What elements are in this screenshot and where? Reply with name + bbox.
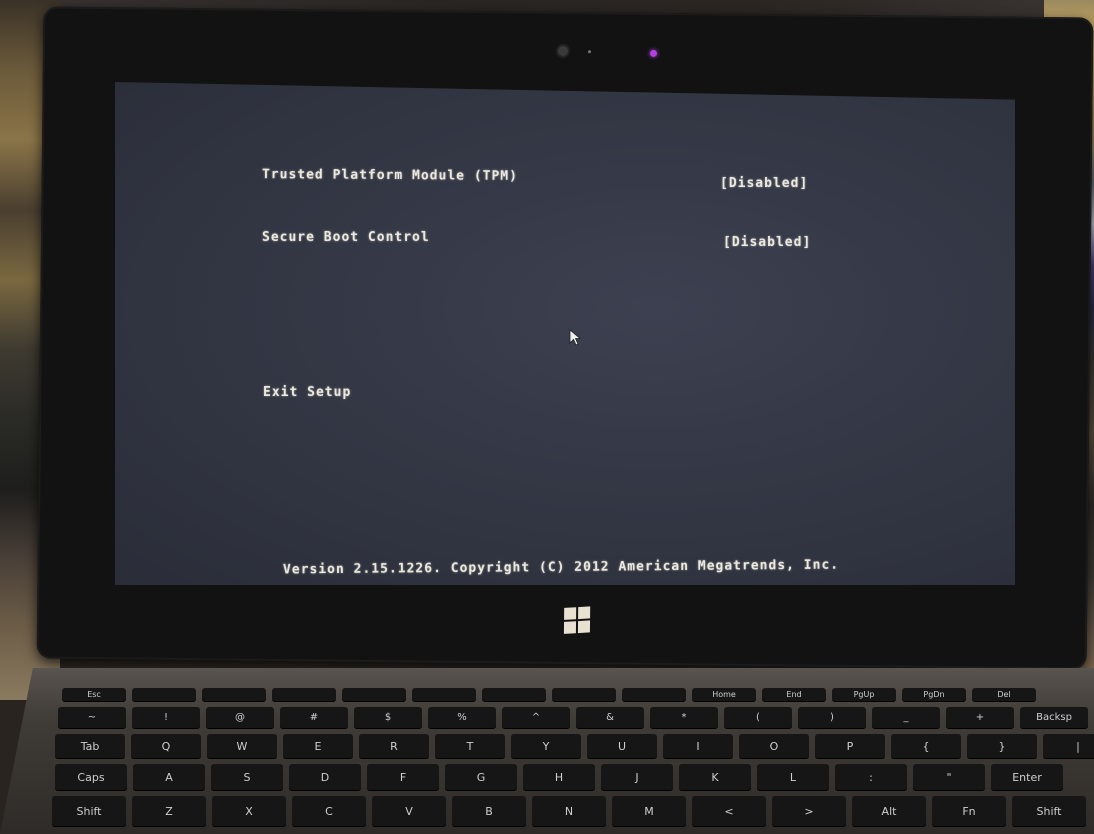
- key-bottom-0[interactable]: Shift: [52, 796, 126, 826]
- key-function-13[interactable]: Del: [972, 688, 1036, 701]
- key-home-0[interactable]: Caps: [55, 764, 127, 790]
- key-home-5[interactable]: G: [445, 764, 517, 790]
- key-bottom-6[interactable]: N: [532, 796, 606, 826]
- key-qwerty-6[interactable]: Y: [511, 734, 581, 758]
- key-function-9[interactable]: Home: [692, 688, 756, 701]
- key-qwerty-7[interactable]: U: [587, 734, 657, 758]
- key-number-5[interactable]: %: [428, 707, 496, 728]
- camera-led-icon: [649, 49, 658, 57]
- key-qwerty-10[interactable]: P: [815, 734, 885, 758]
- keyboard-home-row: Caps A S D F G H J K L: " Enter: [55, 764, 1063, 790]
- key-number-8[interactable]: *: [650, 707, 718, 728]
- key-bottom-5[interactable]: B: [452, 796, 526, 826]
- key-function-6[interactable]: [482, 688, 546, 701]
- key-number-10[interactable]: ): [798, 707, 866, 728]
- key-number-12[interactable]: +: [946, 707, 1014, 728]
- bios-screen: Trusted Platform Module (TPM) [Disabled]…: [115, 82, 1015, 585]
- key-qwerty-0[interactable]: Tab: [55, 734, 125, 758]
- key-bottom-7[interactable]: M: [612, 796, 686, 826]
- key-function-5[interactable]: [412, 688, 476, 701]
- key-bottom-2[interactable]: X: [212, 796, 286, 826]
- key-home-4[interactable]: F: [367, 764, 439, 790]
- key-bottom-4[interactable]: V: [372, 796, 446, 826]
- key-function-10[interactable]: End: [762, 688, 826, 701]
- keyboard-number-row: ~! @ # $% ^ & * () _ + Backsp: [58, 707, 1088, 728]
- key-bottom-10[interactable]: Alt: [852, 796, 926, 826]
- camera-icon: [557, 45, 569, 57]
- key-home-7[interactable]: J: [601, 764, 673, 790]
- key-qwerty-8[interactable]: I: [663, 734, 733, 758]
- keyboard: Esc Home End PgUp PgDn Del ~! @ # $% ^ & * () _ + Backs…: [0, 668, 1094, 834]
- key-qwerty-4[interactable]: R: [359, 734, 429, 758]
- key-number-1[interactable]: !: [132, 707, 200, 728]
- key-home-6[interactable]: H: [523, 764, 595, 790]
- key-number-3[interactable]: #: [280, 707, 348, 728]
- key-number-13[interactable]: Backsp: [1020, 707, 1088, 728]
- key-home-10[interactable]: :: [835, 764, 907, 790]
- version-copyright-text: Version 2.15.1226. Copyright (C) 2012 Am…: [282, 557, 840, 578]
- key-function-11[interactable]: PgUp: [832, 688, 896, 701]
- key-bottom-9[interactable]: >: [772, 796, 846, 826]
- key-home-12[interactable]: Enter: [991, 764, 1063, 790]
- keyboard-bottom-row: Shift Z X C V B N M < > Alt Fn Shift: [52, 796, 1086, 826]
- key-qwerty-3[interactable]: E: [283, 734, 353, 758]
- key-number-11[interactable]: _: [872, 707, 940, 728]
- key-number-0[interactable]: ~: [58, 707, 126, 728]
- key-function-7[interactable]: [552, 688, 616, 701]
- key-bottom-12[interactable]: Shift: [1012, 796, 1086, 826]
- key-qwerty-1[interactable]: Q: [131, 734, 201, 758]
- tpm-setting-label[interactable]: Trusted Platform Module (TPM): [262, 167, 518, 184]
- key-home-11[interactable]: ": [913, 764, 985, 790]
- key-qwerty-5[interactable]: T: [435, 734, 505, 758]
- key-qwerty-11[interactable]: {: [891, 734, 961, 758]
- key-bottom-11[interactable]: Fn: [932, 796, 1006, 826]
- key-number-9[interactable]: (: [724, 707, 792, 728]
- keyboard-function-row: Esc Home End PgUp PgDn Del: [62, 688, 1036, 701]
- key-function-12[interactable]: PgDn: [902, 688, 966, 701]
- key-function-1[interactable]: [132, 688, 196, 701]
- key-number-4[interactable]: $: [354, 707, 422, 728]
- key-function-4[interactable]: [342, 688, 406, 701]
- key-home-9[interactable]: L: [757, 764, 829, 790]
- key-home-2[interactable]: S: [211, 764, 283, 790]
- key-function-3[interactable]: [272, 688, 336, 701]
- tpm-setting-value[interactable]: [Disabled]: [720, 176, 808, 191]
- sensor-icon: [587, 50, 592, 54]
- key-function-8[interactable]: [622, 688, 686, 701]
- key-qwerty-9[interactable]: O: [739, 734, 809, 758]
- secure-boot-setting-value[interactable]: [Disabled]: [723, 235, 811, 250]
- key-qwerty-12[interactable]: }: [967, 734, 1037, 758]
- key-home-8[interactable]: K: [679, 764, 751, 790]
- key-number-6[interactable]: ^: [502, 707, 570, 728]
- key-bottom-8[interactable]: <: [692, 796, 766, 826]
- key-function-2[interactable]: [202, 688, 266, 701]
- secure-boot-setting-label[interactable]: Secure Boot Control: [262, 230, 430, 245]
- key-bottom-1[interactable]: Z: [132, 796, 206, 826]
- key-number-2[interactable]: @: [206, 707, 274, 728]
- windows-logo-icon[interactable]: [563, 606, 591, 634]
- key-number-7[interactable]: &: [576, 707, 644, 728]
- keyboard-qwerty-row: Tab Q W E R T Y U I O P{} |: [55, 734, 1094, 758]
- key-qwerty-13[interactable]: |: [1043, 734, 1094, 758]
- key-home-1[interactable]: A: [133, 764, 205, 790]
- key-home-3[interactable]: D: [289, 764, 361, 790]
- exit-setup-button[interactable]: Exit Setup: [263, 385, 351, 400]
- key-qwerty-2[interactable]: W: [207, 734, 277, 758]
- key-function-0[interactable]: Esc: [62, 688, 126, 701]
- key-bottom-3[interactable]: C: [292, 796, 366, 826]
